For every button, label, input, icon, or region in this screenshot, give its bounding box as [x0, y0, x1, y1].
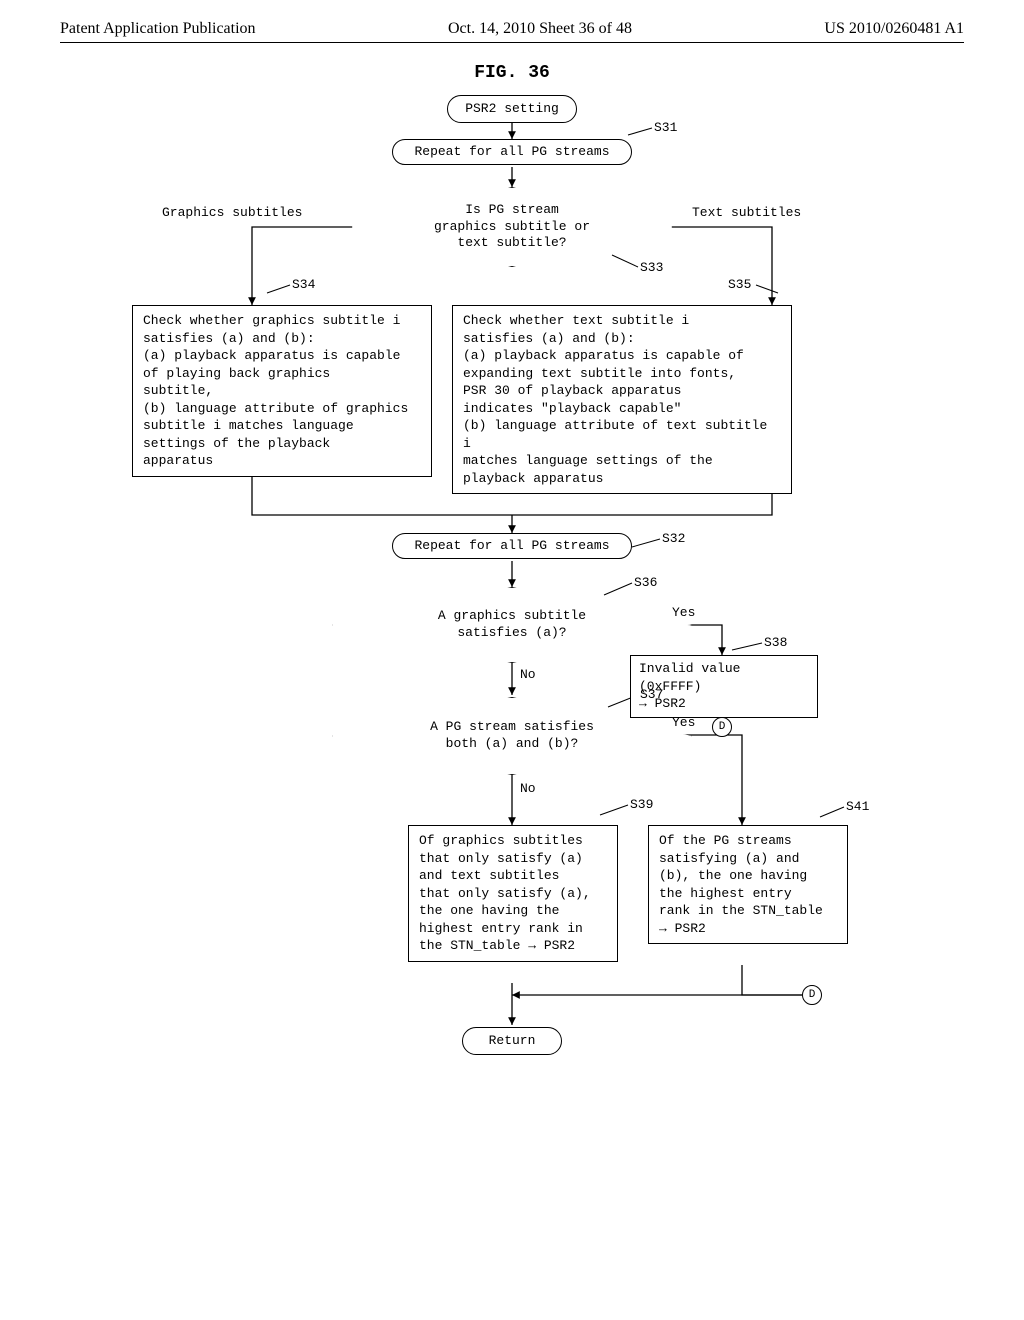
loop-bottom: Repeat for all PG streams [392, 533, 632, 559]
header-center: Oct. 14, 2010 Sheet 36 of 48 [448, 20, 632, 38]
step-s35: S35 [728, 277, 751, 292]
step-s31: S31 [654, 120, 677, 135]
step-s41: S41 [846, 799, 869, 814]
step-s36: S36 [634, 575, 657, 590]
d3-yes: Yes [672, 715, 695, 730]
step-s38: S38 [764, 635, 787, 650]
connector-d-top: D [712, 717, 732, 737]
loop-top: Repeat for all PG streams [392, 139, 632, 165]
decision-d1-label: Is PG stream graphics subtitle or text s… [426, 202, 598, 253]
loop-bottom-label: Repeat for all PG streams [414, 538, 609, 553]
return-terminator: Return [462, 1027, 562, 1055]
step-s32: S32 [662, 531, 685, 546]
step-s33: S33 [640, 260, 663, 275]
process-s34: Check whether graphics subtitle i satisf… [132, 305, 432, 477]
d2-yes: Yes [672, 605, 695, 620]
decision-pg-ab: A PG stream satisfies both (a) and (b)? [332, 697, 692, 775]
page: Patent Application Publication Oct. 14, … [0, 0, 1024, 1320]
d2-no: No [520, 667, 536, 682]
step-s37: S37 [640, 687, 663, 702]
process-s35: Check whether text subtitle i satisfies … [452, 305, 792, 494]
page-header: Patent Application Publication Oct. 14, … [60, 20, 964, 43]
step-s39: S39 [630, 797, 653, 812]
loop-top-label: Repeat for all PG streams [414, 144, 609, 159]
process-s41: Of the PG streams satisfying (a) and (b)… [648, 825, 848, 944]
branch-graphics-subtitles: Graphics subtitles [162, 205, 302, 220]
decision-graphics-a: A graphics subtitle satisfies (a)? [332, 587, 692, 663]
decision-stream-type: Is PG stream graphics subtitle or text s… [352, 187, 672, 267]
figure-title: FIG. 36 [60, 63, 964, 83]
decision-d3-label: A PG stream satisfies both (a) and (b)? [422, 719, 602, 753]
d3-no: No [520, 781, 536, 796]
process-s39: Of graphics subtitles that only satisfy … [408, 825, 618, 962]
connector-d-bottom: D [802, 985, 822, 1005]
header-right: US 2010/0260481 A1 [824, 20, 964, 38]
connector-d-top-label: D [719, 721, 726, 733]
header-left: Patent Application Publication [60, 20, 256, 38]
step-s34: S34 [292, 277, 315, 292]
branch-text-subtitles: Text subtitles [692, 205, 801, 220]
start-label: PSR2 setting [465, 101, 559, 116]
connector-d-bottom-label: D [809, 989, 816, 1001]
start-terminator: PSR2 setting [447, 95, 577, 123]
flowchart: PSR2 setting S31 Repeat for all PG strea… [132, 95, 892, 1155]
return-label: Return [489, 1033, 536, 1048]
decision-d2-label: A graphics subtitle satisfies (a)? [430, 608, 594, 642]
